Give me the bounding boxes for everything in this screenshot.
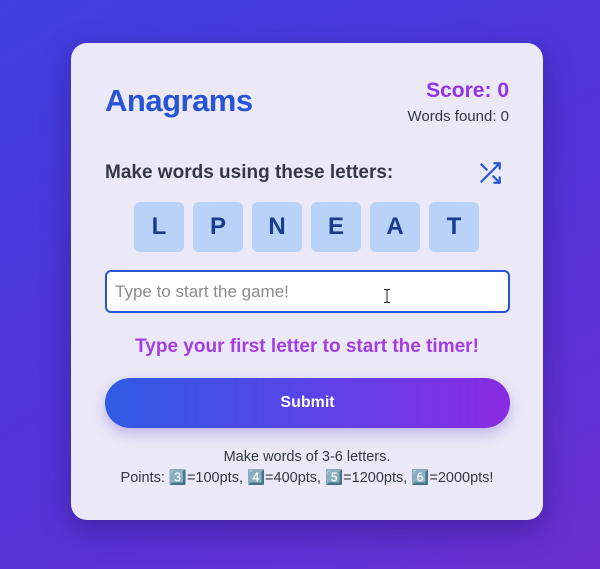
letter-tiles: L P N E A T xyxy=(134,202,479,252)
letter-tile[interactable]: L xyxy=(134,202,184,252)
shuffle-button[interactable] xyxy=(477,160,503,186)
word-input[interactable] xyxy=(105,270,510,313)
letter-tile[interactable]: N xyxy=(252,202,302,252)
shuffle-icon xyxy=(480,162,501,184)
rules-footer: Make words of 3-6 letters. Points: 3️⃣=1… xyxy=(71,447,543,489)
letter-tile[interactable]: E xyxy=(311,202,361,252)
instructions-text: Make words using these letters: xyxy=(105,162,394,183)
text-cursor-icon xyxy=(384,289,390,303)
rule-text: Make words of 3-6 letters. xyxy=(223,449,391,465)
timer-message: Type your first letter to start the time… xyxy=(135,336,479,357)
word-input-wrapper xyxy=(105,270,510,313)
letter-tile[interactable]: P xyxy=(193,202,243,252)
app-title: Anagrams xyxy=(105,83,253,118)
submit-button[interactable]: Submit xyxy=(105,378,510,428)
points-text: Points: 3️⃣=100pts, 4️⃣=400pts, 5️⃣=1200… xyxy=(120,470,494,486)
score-display: Score: 0 xyxy=(426,79,509,102)
game-card: Anagrams Score: 0 Words found: 0 Make wo… xyxy=(71,43,543,520)
words-found-counter: Words found: 0 xyxy=(407,108,509,125)
letter-tile[interactable]: T xyxy=(429,202,479,252)
letter-tile[interactable]: A xyxy=(370,202,420,252)
